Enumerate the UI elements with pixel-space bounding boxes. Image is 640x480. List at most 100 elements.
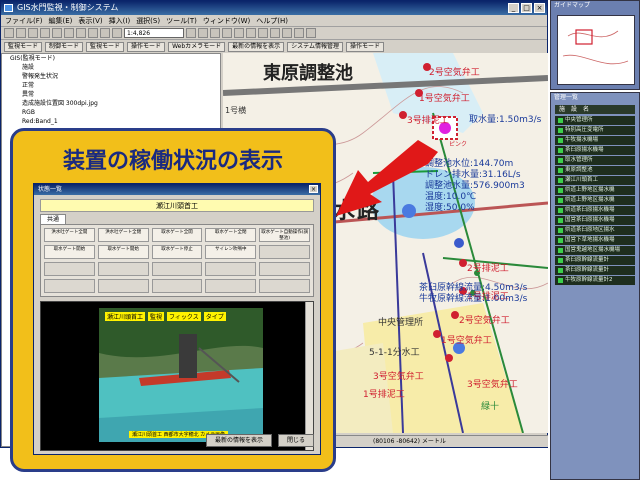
gate-status-button[interactable]: 取水ゲート全開 (151, 228, 203, 242)
menu-edit[interactable]: 編集(E) (49, 15, 73, 26)
site-label[interactable]: 2号空気弁工 (459, 313, 510, 326)
gate-status-button[interactable] (44, 279, 95, 293)
site-label[interactable]: 5-1-1分水工 (369, 345, 420, 358)
system-info-button[interactable]: システム情報管理 (287, 41, 343, 52)
facility-item[interactable]: 県道茶臼原揚水機場 (555, 206, 635, 215)
camera-scrollbar[interactable] (305, 302, 313, 450)
full-extent-icon[interactable] (234, 28, 244, 38)
scale-select[interactable]: 1:4,826 (124, 28, 184, 38)
site-label[interactable]: 2号空気弁工 (429, 65, 480, 78)
facility-item[interactable]: 特別高圧変電所 (555, 126, 635, 135)
facility-item[interactable]: 茶臼原幹線流量計 (555, 256, 635, 265)
gate-status-button[interactable]: 取水ゲート開始 (44, 245, 95, 259)
menu-tools[interactable]: ツール(T) (166, 15, 197, 26)
facility-item[interactable]: 牛牧揚水機場 (555, 136, 635, 145)
minimize-icon[interactable]: _ (508, 3, 519, 13)
layer-basemap[interactable]: 造成施設位置図 300dpi.jpg (2, 99, 220, 108)
identify-icon[interactable] (282, 28, 292, 38)
gate-status-button[interactable] (259, 245, 310, 259)
add-data-icon[interactable] (112, 28, 122, 38)
gate-status-button[interactable]: 取水ゲート開始 (97, 245, 149, 259)
facility-item[interactable]: 取水管理所 (555, 156, 635, 165)
site-label[interactable]: 2号排泥工 (467, 261, 509, 274)
tab-common[interactable]: 共通 (40, 214, 67, 224)
gate-status-button[interactable] (151, 262, 203, 276)
gate-status-button[interactable]: サイレン吹鳴中 (205, 245, 257, 259)
measure-icon[interactable] (306, 28, 316, 38)
gate-status-button[interactable] (97, 262, 149, 276)
forward-extent-icon[interactable] (258, 28, 268, 38)
layer-facility[interactable]: 施設 (2, 63, 220, 72)
facility-item[interactable]: 国営茶臼原揚水機場 (555, 216, 635, 225)
pan-icon[interactable] (222, 28, 232, 38)
close-icon[interactable]: × (309, 185, 318, 193)
monitor-mode-button[interactable]: 監視モード (4, 41, 43, 52)
back-extent-icon[interactable] (246, 28, 256, 38)
gate-status-button[interactable] (97, 279, 149, 293)
select-icon[interactable] (270, 28, 280, 38)
facility-item[interactable]: 県道上野地区揚水機 (555, 196, 635, 205)
refresh-info-button[interactable]: 最新の情報を表示 (205, 434, 272, 447)
paste-icon[interactable] (76, 28, 86, 38)
cut-icon[interactable] (52, 28, 62, 38)
site-label[interactable]: 3号空気弁工 (467, 377, 518, 390)
facility-item[interactable]: 県道上野地区揚水機 (555, 186, 635, 195)
site-label[interactable]: 3号排泥工 (407, 113, 449, 126)
new-icon[interactable] (4, 28, 14, 38)
find-icon[interactable] (294, 28, 304, 38)
facility-item[interactable]: 国営鬼越地区揚水機場 (555, 246, 635, 255)
editor-icon[interactable] (186, 28, 196, 38)
gate-status-button[interactable]: 取水ゲート停止 (151, 245, 203, 259)
close-icon[interactable]: × (534, 3, 545, 13)
gate-status-button[interactable]: 取水ゲート自動操作(調整池) (259, 228, 310, 242)
layer-alarm[interactable]: 警報発生状況 (2, 72, 220, 81)
site-label[interactable]: 緑十 (481, 399, 499, 412)
facility-item[interactable]: 瀬江川頭首工 (555, 176, 635, 185)
facility-item[interactable]: 茶臼原揚水機場 (555, 146, 635, 155)
delete-icon[interactable] (88, 28, 98, 38)
menu-window[interactable]: ウィンドウ(W) (203, 15, 250, 26)
gate-status-button[interactable]: 取水ゲート全閉 (205, 228, 257, 242)
print-icon[interactable] (40, 28, 50, 38)
gate-status-button[interactable] (205, 279, 257, 293)
zoom-in-icon[interactable] (198, 28, 208, 38)
gate-status-button[interactable] (205, 262, 257, 276)
webcam-mode-button[interactable]: Webカメラモード (168, 41, 226, 52)
site-label[interactable]: 中央管理所 (378, 315, 423, 328)
operation-mode-button-2[interactable]: 操作モード (346, 41, 385, 52)
facility-item[interactable]: 国営下草地揚水機場 (555, 236, 635, 245)
gate-status-button[interactable]: 洪水吐ゲート全閉 (97, 228, 149, 242)
facility-item[interactable]: 東原調整池 (555, 166, 635, 175)
undo-icon[interactable] (100, 28, 110, 38)
gate-status-button[interactable] (151, 279, 203, 293)
operation-mode-button[interactable]: 操作モード (127, 41, 166, 52)
menu-view[interactable]: 表示(V) (78, 15, 102, 26)
menu-select[interactable]: 選択(S) (136, 15, 160, 26)
guide-map-thumbnail[interactable] (557, 15, 635, 85)
open-icon[interactable] (16, 28, 26, 38)
site-label[interactable]: 3号空気弁工 (373, 369, 424, 382)
close-button[interactable]: 閉じる (277, 434, 314, 447)
gate-status-button[interactable]: 洪水吐ゲート全開 (44, 228, 95, 242)
gate-status-button[interactable] (259, 279, 310, 293)
site-label[interactable]: 1号空気弁工 (419, 91, 470, 104)
facility-item[interactable]: 茶臼原幹線流量計 (555, 266, 635, 275)
menu-insert[interactable]: 挿入(I) (109, 15, 131, 26)
copy-icon[interactable] (64, 28, 74, 38)
site-label[interactable]: 1号空気弁工 (441, 333, 492, 346)
menu-help[interactable]: ヘルプ(H) (256, 15, 288, 26)
facility-item[interactable]: 県道茶臼原地区揚水 (555, 226, 635, 235)
save-icon[interactable] (28, 28, 38, 38)
refresh-info-button[interactable]: 最新の情報を表示 (228, 41, 285, 52)
menu-file[interactable]: ファイル(F) (5, 15, 43, 26)
maximize-icon[interactable]: □ (521, 3, 532, 13)
facility-item[interactable]: 牛牧原幹線流量計2 (555, 276, 635, 285)
facility-item[interactable]: 中央管理所 (555, 116, 635, 125)
gate-status-button[interactable] (259, 262, 310, 276)
monitor-button[interactable]: 監視モード (86, 41, 125, 52)
layer-root[interactable]: GIS(監視モード) (2, 54, 220, 63)
gate-status-button[interactable] (44, 262, 95, 276)
zoom-out-icon[interactable] (210, 28, 220, 38)
site-label[interactable]: 1号排泥工 (363, 387, 405, 400)
control-mode-button[interactable]: 制御モード (45, 41, 84, 52)
